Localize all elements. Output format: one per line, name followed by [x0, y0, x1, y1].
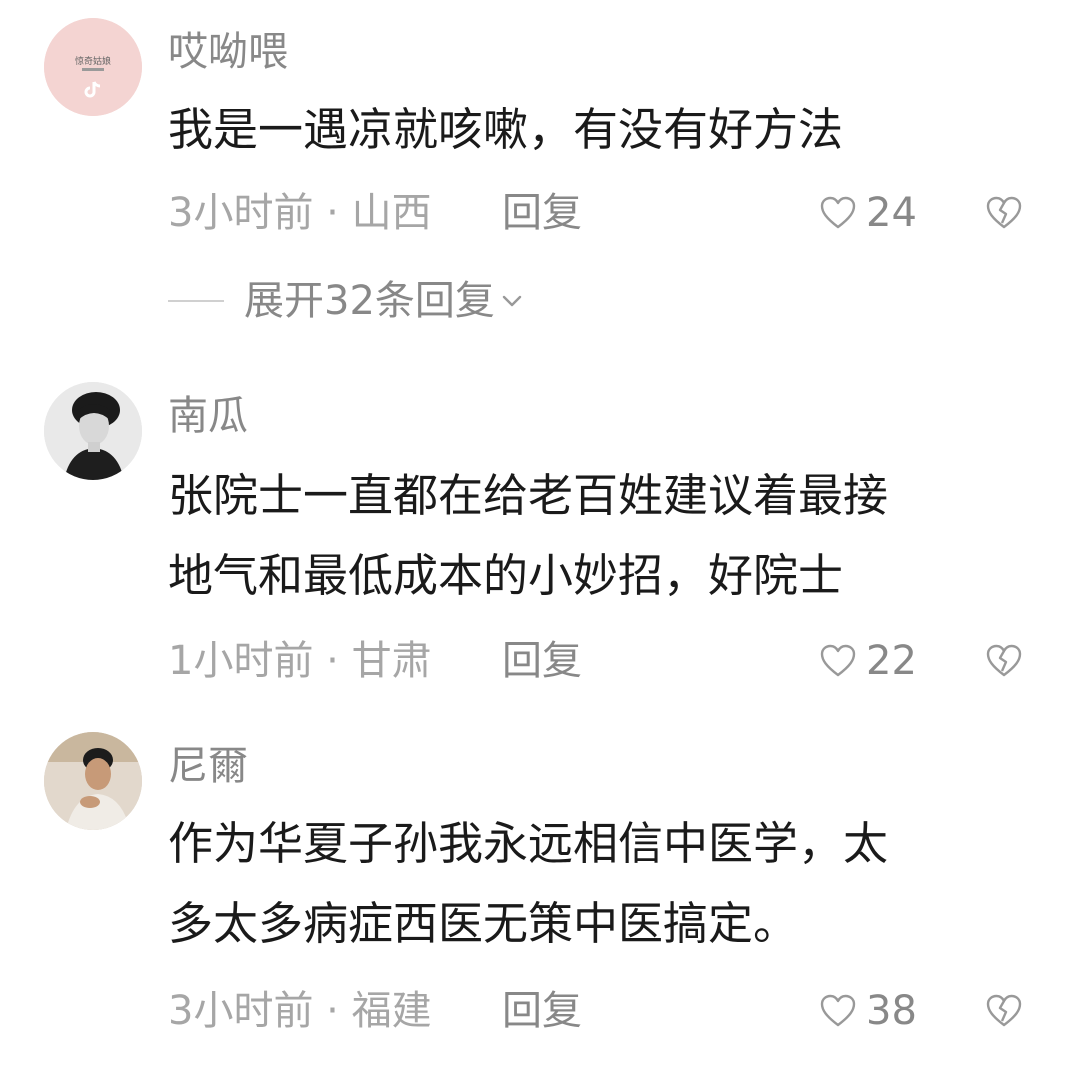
like-button[interactable]: 38: [818, 986, 917, 1036]
comment-text-line: 地气和最低成本的小妙招，好院士: [168, 549, 844, 602]
comment-meta: 3小时前 · 山西: [168, 190, 432, 236]
expand-replies-label: 展开32条回复: [244, 278, 495, 324]
broken-heart-icon[interactable]: [984, 991, 1024, 1031]
comment-text-line: 作为华夏子孙我永远相信中医学，太: [168, 817, 889, 870]
broken-heart-icon[interactable]: [984, 641, 1024, 681]
avatar[interactable]: 惊奇姑娘: [44, 18, 142, 116]
reply-button[interactable]: 回复: [502, 636, 582, 686]
username[interactable]: 南瓜: [168, 392, 248, 440]
divider: [168, 300, 224, 302]
chevron-down-icon: [502, 295, 522, 307]
heart-outline-icon: [820, 196, 856, 229]
broken-heart-icon[interactable]: [984, 193, 1024, 233]
heart-outline-icon: [820, 644, 856, 677]
like-count: 24: [866, 190, 917, 236]
heart-outline-icon: [820, 994, 856, 1027]
comment-meta: 1小时前 · 甘肃: [168, 638, 432, 684]
comment-text-line: 张院士一直都在给老百姓建议着最接: [168, 469, 889, 522]
expand-replies-button[interactable]: 展开32条回复: [168, 276, 525, 326]
avatar[interactable]: [44, 732, 142, 830]
comment-text: 作为华夏子孙我永远相信中医学，太 多太多病症西医无策中医搞定。: [168, 804, 1038, 964]
reply-button[interactable]: 回复: [502, 188, 582, 238]
comment-text-line: 多太多病症西医无策中医搞定。: [168, 897, 799, 950]
comment-meta: 3小时前 · 福建: [168, 988, 432, 1034]
comment-text: 我是一遇凉就咳嗽，有没有好方法: [168, 90, 1038, 170]
avatar-badge-text: 惊奇姑娘: [75, 55, 111, 66]
reply-button[interactable]: 回复: [502, 986, 582, 1036]
comment-text-line: 我是一遇凉就咳嗽，有没有好方法: [168, 103, 844, 156]
like-button[interactable]: 22: [818, 636, 917, 686]
username[interactable]: 尼爾: [168, 742, 248, 790]
avatar[interactable]: [44, 382, 142, 480]
like-count: 22: [866, 638, 917, 684]
username[interactable]: 哎呦喂: [168, 28, 288, 76]
like-button[interactable]: 24: [818, 188, 917, 238]
like-count: 38: [866, 988, 917, 1034]
comment-text: 张院士一直都在给老百姓建议着最接 地气和最低成本的小妙招，好院士: [168, 456, 1038, 616]
